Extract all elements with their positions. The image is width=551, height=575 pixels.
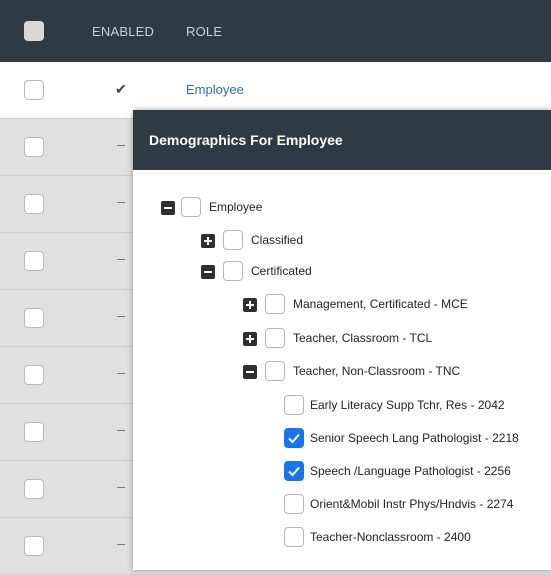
row-checkbox[interactable] bbox=[24, 137, 44, 157]
tree-checkbox[interactable] bbox=[265, 361, 285, 381]
tree-label: Management, Certificated - MCE bbox=[293, 297, 468, 311]
row-checkbox[interactable] bbox=[24, 308, 44, 328]
tree-label: Orient&Mobil Instr Phys/Hndvis - 2274 bbox=[310, 497, 514, 511]
row-checkbox[interactable] bbox=[24, 422, 44, 442]
checkmark-icon bbox=[288, 433, 300, 444]
tree-checkbox[interactable] bbox=[284, 494, 304, 514]
expand-icon[interactable] bbox=[243, 332, 257, 346]
expand-icon[interactable] bbox=[243, 298, 257, 312]
row-checkbox[interactable] bbox=[24, 80, 44, 100]
tree-checkbox[interactable] bbox=[223, 230, 243, 250]
role-link[interactable]: Employee bbox=[186, 82, 244, 97]
collapse-icon[interactable] bbox=[161, 201, 175, 215]
tree-checkbox[interactable] bbox=[265, 294, 285, 314]
select-all-checkbox[interactable] bbox=[24, 21, 44, 41]
enabled-dash bbox=[117, 259, 125, 260]
tree-label: Early Literacy Supp Tchr, Res - 2042 bbox=[310, 398, 505, 412]
collapse-icon[interactable] bbox=[243, 365, 257, 379]
tree-checkbox[interactable] bbox=[284, 395, 304, 415]
collapse-icon[interactable] bbox=[201, 265, 215, 279]
enabled-dash bbox=[117, 373, 125, 374]
enabled-dash bbox=[117, 430, 125, 431]
column-header-role[interactable]: ROLE bbox=[186, 24, 222, 39]
demographics-modal: Demographics For Employee Employee Class… bbox=[133, 110, 551, 570]
tree-label: Teacher-Nonclassroom - 2400 bbox=[310, 530, 471, 544]
enabled-dash bbox=[117, 202, 125, 203]
tree-label: Certificated bbox=[251, 264, 312, 278]
modal-header: Demographics For Employee bbox=[133, 110, 551, 170]
tree-label: Employee bbox=[209, 200, 263, 214]
tree-checkbox-checked[interactable] bbox=[284, 461, 304, 481]
tree-checkbox[interactable] bbox=[284, 527, 304, 547]
column-header-enabled[interactable]: ENABLED bbox=[92, 24, 154, 39]
checkmark-icon bbox=[288, 466, 300, 477]
tree-checkbox-checked[interactable] bbox=[284, 428, 304, 448]
tree-label: Senior Speech Lang Pathologist - 2218 bbox=[310, 431, 519, 445]
row-checkbox[interactable] bbox=[24, 365, 44, 385]
expand-icon[interactable] bbox=[201, 234, 215, 248]
enabled-dash bbox=[117, 145, 125, 146]
row-checkbox[interactable] bbox=[24, 194, 44, 214]
modal-title: Demographics For Employee bbox=[149, 132, 343, 148]
enabled-dash bbox=[117, 487, 125, 488]
tree-checkbox[interactable] bbox=[223, 261, 243, 281]
tree-label: Teacher, Non-Classroom - TNC bbox=[293, 364, 461, 378]
tree-label: Speech /Language Pathologist - 2256 bbox=[310, 464, 511, 478]
tree-checkbox[interactable] bbox=[181, 197, 201, 217]
tree-checkbox[interactable] bbox=[265, 328, 285, 348]
row-checkbox[interactable] bbox=[24, 251, 44, 271]
tree-label: Teacher, Classroom - TCL bbox=[293, 331, 433, 345]
row-checkbox[interactable] bbox=[24, 536, 44, 556]
tree-label: Classified bbox=[251, 233, 304, 247]
table-header: ENABLED ROLE bbox=[0, 0, 551, 62]
row-checkbox[interactable] bbox=[24, 479, 44, 499]
enabled-dash bbox=[117, 544, 125, 545]
enabled-dash bbox=[117, 316, 125, 317]
enabled-check-icon: ✔ bbox=[115, 81, 127, 97]
